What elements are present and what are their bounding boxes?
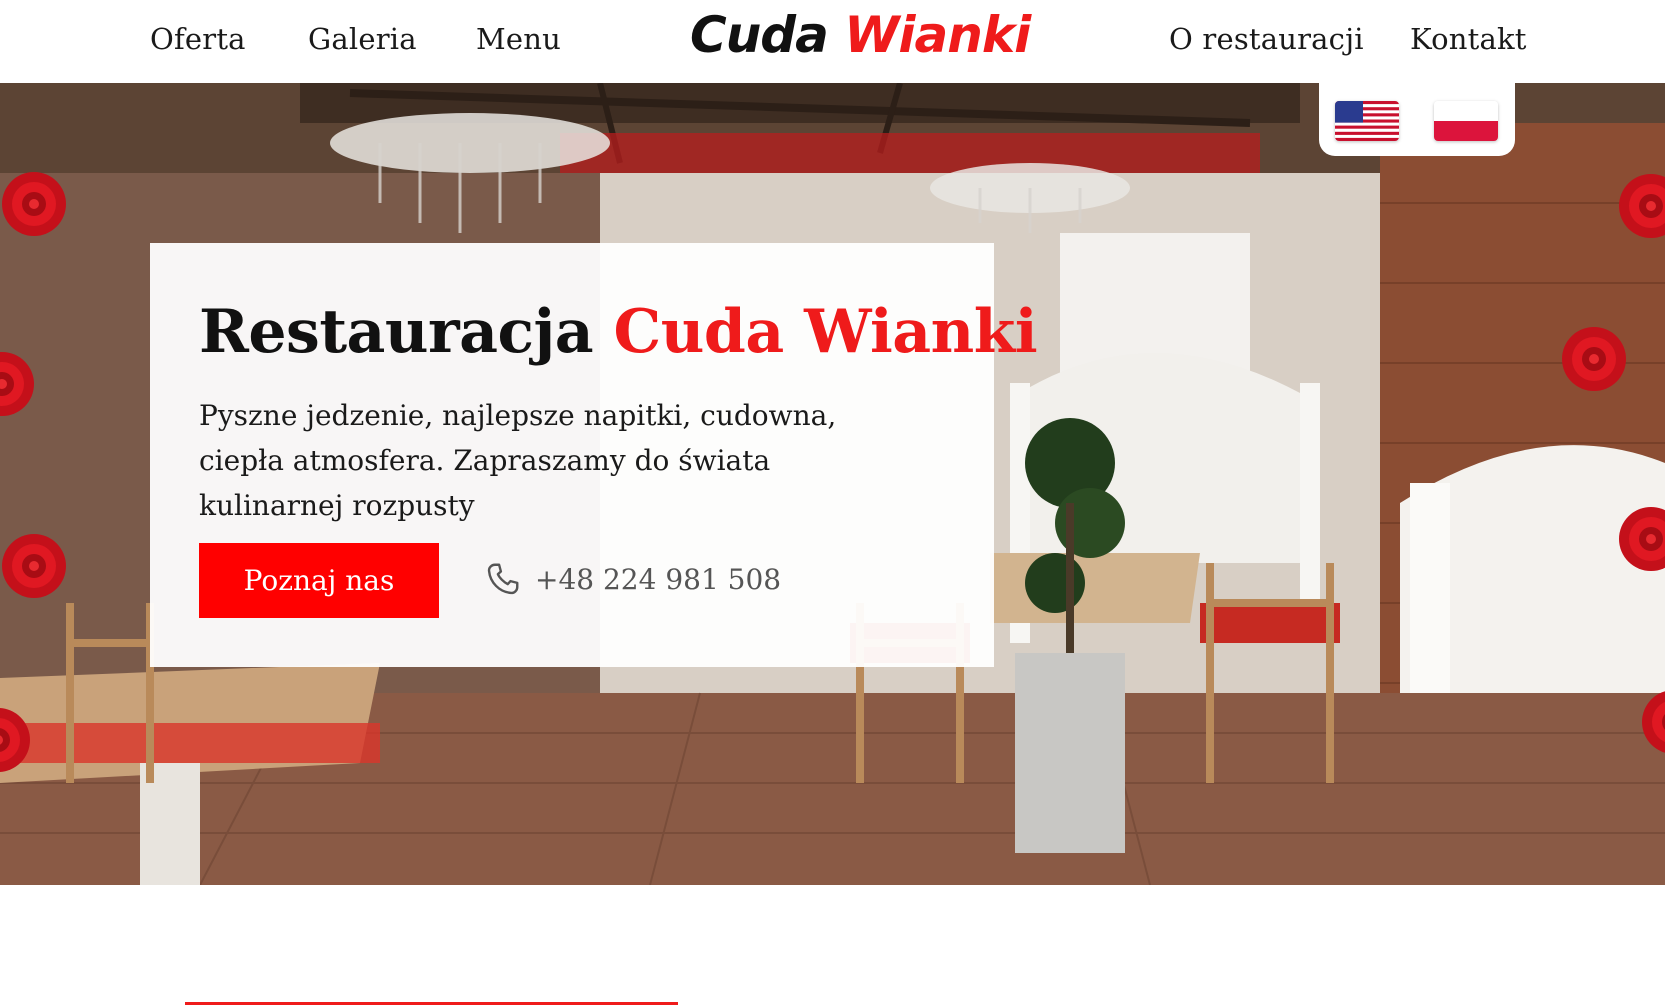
us-flag-icon[interactable] [1335, 101, 1399, 141]
rose-icon [2, 172, 66, 236]
rose-icon [1619, 507, 1665, 571]
phone-link[interactable]: +48 224 981 508 [485, 561, 781, 597]
language-switcher [1319, 83, 1515, 156]
nav-menu[interactable]: Menu [476, 22, 561, 56]
hero-lead: Pyszne jedzenie, najlepsze napitki, cudo… [199, 399, 837, 522]
rose-icon [1642, 691, 1665, 753]
site-logo[interactable]: Cuda Wianki [690, 6, 1031, 64]
site-header: Oferta Galeria Menu Cuda Wianki O restau… [0, 0, 1665, 83]
nav-galeria[interactable]: Galeria [308, 22, 417, 56]
hero-title-plain: Restauracja [199, 297, 594, 367]
phone-icon [487, 563, 519, 595]
rose-icon [1619, 174, 1665, 238]
logo-word-wianki: Wianki [844, 6, 1031, 64]
hero-card: Restauracja Cuda Wianki Pyszne jedzenie,… [150, 243, 1038, 667]
logo-word-cuda: Cuda [690, 6, 829, 64]
nav-oferta[interactable]: Oferta [150, 22, 246, 56]
rose-icon [0, 352, 34, 416]
hero-title: Restauracja Cuda Wianki [199, 297, 1038, 367]
poznaj-nas-button[interactable]: Poznaj nas [199, 543, 439, 618]
hero-title-accent: Cuda Wianki [613, 297, 1038, 367]
pl-flag-icon[interactable] [1434, 101, 1498, 141]
nav-kontakt[interactable]: Kontakt [1410, 22, 1527, 56]
phone-number: +48 224 981 508 [535, 562, 782, 596]
rose-icon [0, 708, 30, 772]
nav-o-restauracji[interactable]: O restauracji [1169, 22, 1364, 56]
rose-icon [1562, 327, 1626, 391]
rose-icon [2, 534, 66, 598]
